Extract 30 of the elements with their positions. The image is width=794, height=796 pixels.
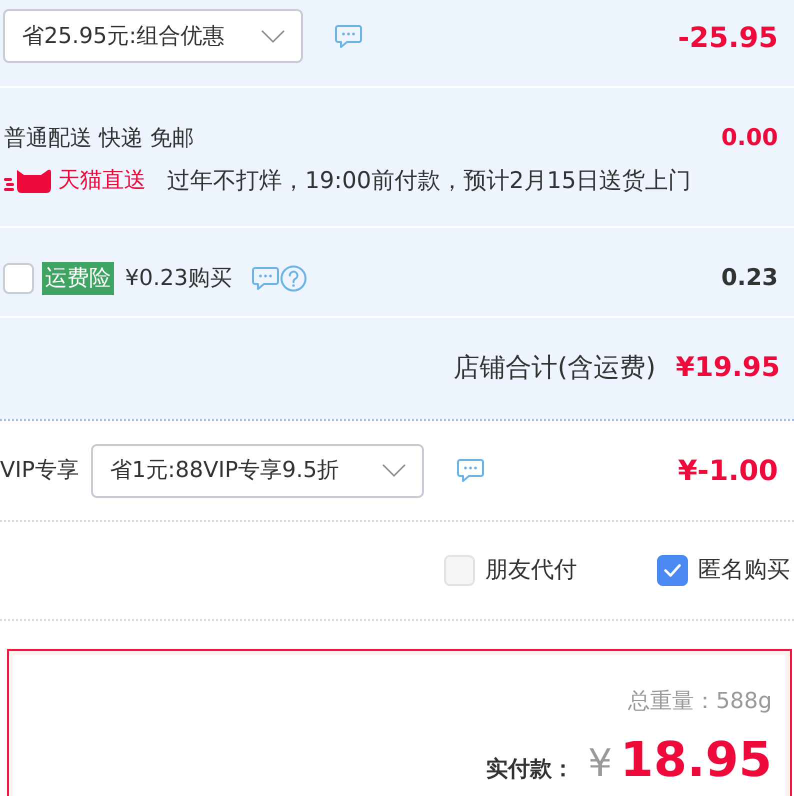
- vip-label: VIP专享: [0, 457, 79, 485]
- checkbox[interactable]: [3, 262, 34, 294]
- delivery-amount: 0.00: [721, 124, 778, 153]
- payment-total: 18.95: [620, 734, 772, 786]
- chat-bubble-icon[interactable]: [335, 24, 362, 48]
- promotion-dropdown[interactable]: 省25.95元:组合优惠: [3, 9, 303, 63]
- delivery-note: 过年不打烊，19:00前付款，预计2月15日送货上门: [167, 166, 692, 196]
- delivery-method: 普通配送 快递 免邮: [4, 124, 194, 153]
- chevron-down-icon: [382, 464, 406, 477]
- insurance-tag: 运费险: [42, 262, 114, 294]
- checkbox[interactable]: [657, 555, 688, 586]
- chevron-down-icon: [261, 30, 285, 42]
- checkmark-icon: [664, 564, 681, 577]
- insurance-label: ¥0.23购买: [125, 264, 232, 292]
- pay-label: 实付款：: [486, 756, 574, 784]
- currency-symbol: ¥: [588, 740, 612, 787]
- insurance-amount: 0.23: [721, 264, 778, 293]
- help-icon[interactable]: [280, 264, 307, 292]
- chat-bubble-icon[interactable]: [456, 458, 484, 483]
- discount-amount: -25.95: [678, 20, 778, 56]
- vip-amount: ¥-1.00: [678, 452, 778, 488]
- chat-bubble-icon[interactable]: [252, 266, 279, 290]
- promotion-dropdown[interactable]: 省1元:88VIP专享9.5折: [90, 444, 424, 498]
- option-label[interactable]: 匿名购买: [698, 553, 790, 588]
- total-weight: 总重量：588g: [628, 688, 772, 716]
- cat-head-logo-icon: [4, 168, 52, 193]
- store-total-amount: ¥19.95: [676, 351, 780, 386]
- option-label[interactable]: 朋友代付: [485, 553, 577, 588]
- delivery-service-label: 天猫直送: [58, 167, 146, 196]
- store-total-label: 店铺合计(含运费): [454, 352, 656, 385]
